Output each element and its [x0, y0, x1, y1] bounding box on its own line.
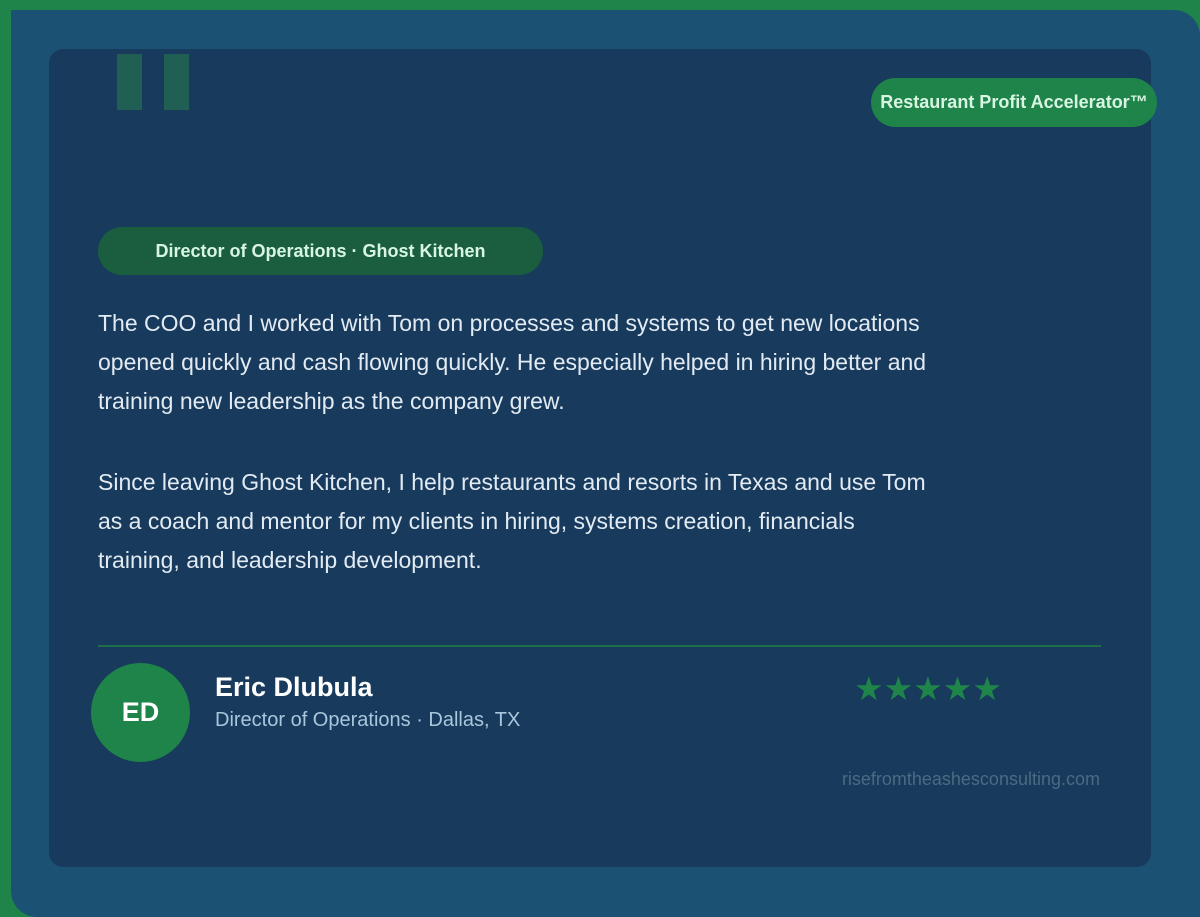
star-rating: ★★★★★	[854, 670, 1002, 707]
website-link[interactable]: risefromtheashesconsulting.com	[842, 769, 1100, 790]
testimonial-card: Restaurant Profit Accelerator™ Director …	[49, 49, 1157, 867]
divider	[98, 645, 1101, 647]
author-name: Eric Dlubula	[215, 672, 373, 702]
program-badge: Restaurant Profit Accelerator™	[871, 78, 1157, 127]
author-title: Director of Operations · Dallas, TX	[215, 709, 521, 731]
quote-mark-icon	[117, 54, 189, 110]
avatar: ED	[91, 663, 190, 762]
quote-paragraph-1: The COO and I worked with Tom on process…	[98, 310, 927, 414]
testimonial-quote: The COO and I worked with Tom on process…	[98, 304, 928, 622]
quote-mark-bar-right	[164, 54, 189, 110]
quote-paragraph-2: Since leaving Ghost Kitchen, I help rest…	[98, 469, 926, 573]
quote-mark-bar-left	[117, 54, 142, 110]
testimonial-frame: Restaurant Profit Accelerator™ Director …	[11, 10, 1200, 917]
role-tag: Director of Operations · Ghost Kitchen	[98, 227, 543, 275]
